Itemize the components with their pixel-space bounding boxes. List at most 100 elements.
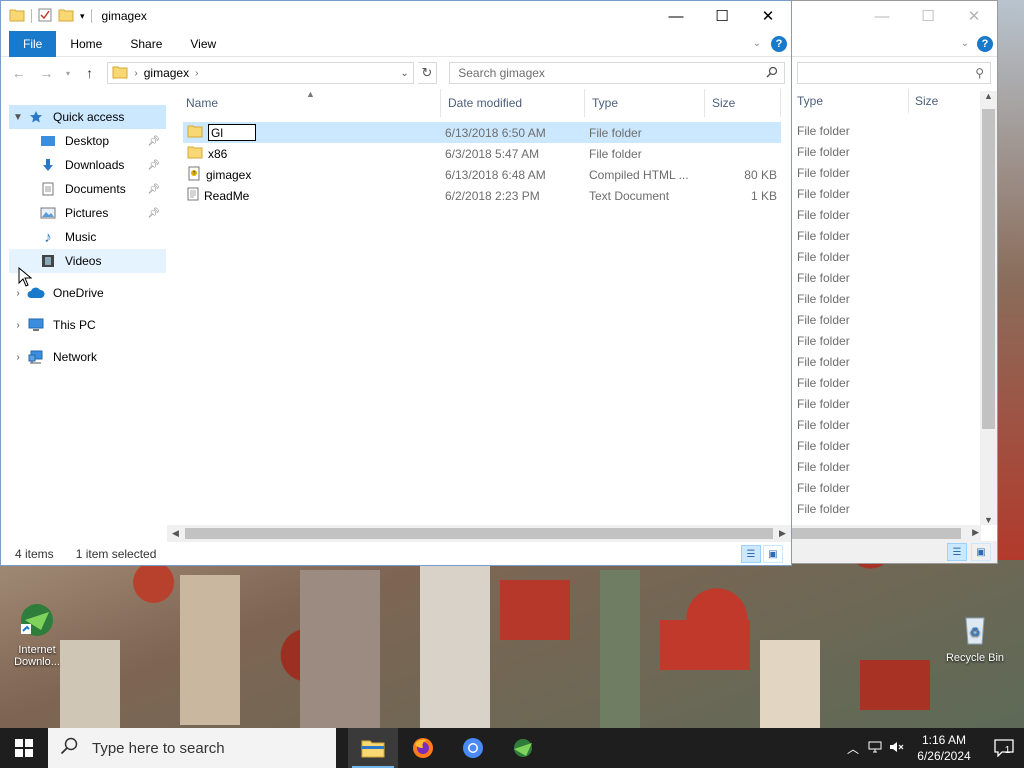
clock[interactable]: 1:16 AM 6/26/2024 [908, 732, 980, 764]
properties-icon[interactable] [38, 8, 52, 25]
scroll-right-icon[interactable]: ▶ [774, 525, 791, 542]
bg-search-box[interactable]: ⚲ [797, 62, 991, 84]
collapse-chevron-icon[interactable]: ▼ [9, 112, 27, 123]
sidebar-item-desktop[interactable]: Desktop 📌︎ [9, 129, 166, 153]
tab-view[interactable]: View [176, 31, 230, 57]
scroll-left-icon[interactable]: ◀ [167, 525, 184, 542]
bg-file-row[interactable]: File folder [791, 163, 981, 184]
bg-file-row[interactable]: File folder [791, 310, 981, 331]
bg-large-icons-view-icon[interactable]: ▣ [971, 543, 991, 561]
bg-file-row[interactable]: File folder [791, 247, 981, 268]
bg-help-icon[interactable]: ? [977, 35, 993, 52]
bg-col-type[interactable]: Type [791, 89, 909, 113]
bg-details-view-icon[interactable]: ☰ [947, 543, 967, 561]
expand-chevron-icon[interactable]: › [9, 352, 27, 363]
up-arrow-icon[interactable]: ↑ [78, 61, 102, 85]
sidebar-item-music[interactable]: ♪ Music [9, 225, 166, 249]
ribbon-expand-icon[interactable]: ⌄ [753, 38, 761, 49]
tab-file[interactable]: File [9, 30, 57, 57]
bg-file-row[interactable]: File folder [791, 268, 981, 289]
bg-file-row[interactable]: File folder [791, 331, 981, 352]
breadcrumb-chevron-icon[interactable]: › [195, 68, 198, 79]
forward-arrow-icon[interactable]: → [35, 61, 59, 85]
bg-file-row[interactable]: File folder [791, 436, 981, 457]
desktop-icon-internet-download-manager[interactable]: Internet Downlo... [2, 600, 72, 668]
bg-file-row[interactable]: File folder [791, 499, 981, 520]
breadcrumb-chevron-icon[interactable]: › [134, 68, 137, 79]
bg-horizontal-scrollbar[interactable]: ▶ [791, 525, 981, 542]
bg-scroll-up-icon[interactable]: ▲ [980, 91, 997, 101]
sidebar-item-videos[interactable]: Videos [9, 249, 166, 273]
bg-maximize-icon[interactable]: ☐ [905, 7, 951, 25]
horizontal-scrollbar[interactable]: ◀ ▶ [167, 525, 791, 542]
column-size[interactable]: Size [705, 89, 781, 117]
column-type[interactable]: Type [585, 89, 705, 117]
column-date-modified[interactable]: Date modified [441, 89, 585, 117]
bg-col-size[interactable]: Size [909, 89, 981, 113]
bg-file-row[interactable]: File folder [791, 142, 981, 163]
desktop-icon-recycle-bin[interactable]: ♻ Recycle Bin [940, 608, 1010, 664]
bg-scroll-thumb[interactable] [982, 109, 995, 429]
network-tray-icon[interactable] [864, 741, 886, 756]
bg-scroll-down-icon[interactable]: ▼ [980, 515, 997, 525]
recent-locations-icon[interactable]: ▾ [62, 61, 74, 85]
qat-dropdown-icon[interactable]: ▾ [80, 11, 85, 22]
start-button[interactable] [0, 728, 48, 768]
bg-file-row[interactable]: File folder [791, 226, 981, 247]
bg-file-row[interactable]: File folder [791, 457, 981, 478]
taskbar-search-box[interactable]: Type here to search [48, 728, 336, 768]
refresh-icon[interactable]: ↻ [417, 62, 438, 84]
file-row[interactable]: x86 6/3/2018 5:47 AM File folder [183, 143, 781, 164]
bg-file-row[interactable]: File folder [791, 205, 981, 226]
rename-input[interactable] [208, 124, 256, 141]
minimize-icon[interactable]: — [653, 1, 699, 31]
sidebar-item-onedrive[interactable]: › OneDrive [9, 281, 166, 305]
bg-vertical-scrollbar[interactable]: ▲ ▼ [980, 91, 997, 525]
bg-close-icon[interactable]: ✕ [951, 7, 997, 25]
show-hidden-icons-icon[interactable]: ︿ [842, 740, 864, 757]
bg-scroll-right-icon[interactable]: ▶ [972, 527, 979, 538]
sidebar-item-this-pc[interactable]: › This PC [9, 313, 166, 337]
maximize-icon[interactable]: ☐ [699, 1, 745, 31]
back-arrow-icon[interactable]: ← [7, 61, 31, 85]
explorer-window[interactable]: ▾ gimagex — ☐ ✕ File Home Share View ⌄ ?… [0, 0, 792, 566]
sidebar-item-downloads[interactable]: Downloads 📌︎ [9, 153, 166, 177]
action-center-button[interactable]: 1 [980, 728, 1024, 768]
bg-ribbon-expand-icon[interactable]: ⌄ [961, 38, 969, 49]
help-icon[interactable]: ? [771, 35, 787, 52]
breadcrumb-item[interactable]: gimagex [144, 66, 189, 80]
file-row[interactable]: ReadMe 6/2/2018 2:23 PM Text Document 1 … [183, 185, 781, 206]
file-row[interactable]: ? gimagex 6/13/2018 6:48 AM Compiled HTM… [183, 164, 781, 185]
bg-file-row[interactable]: File folder [791, 352, 981, 373]
bg-file-row[interactable]: File folder [791, 121, 981, 142]
bg-file-row[interactable]: File folder [791, 184, 981, 205]
large-icons-view-icon[interactable]: ▣ [763, 545, 783, 563]
details-view-icon[interactable]: ☰ [741, 545, 761, 563]
bg-file-row[interactable]: File folder [791, 289, 981, 310]
sidebar-item-network[interactable]: › Network [9, 345, 166, 369]
address-bar[interactable]: › gimagex › ⌄ [107, 62, 414, 84]
new-folder-icon[interactable] [58, 8, 74, 25]
tab-home[interactable]: Home [56, 31, 116, 57]
bg-file-row[interactable]: File folder [791, 415, 981, 436]
bg-hscroll-thumb[interactable] [791, 528, 961, 539]
tab-share[interactable]: Share [116, 31, 176, 57]
close-icon[interactable]: ✕ [745, 1, 791, 31]
taskbar-file-explorer[interactable] [348, 728, 398, 768]
sidebar-item-documents[interactable]: Documents 📌︎ [9, 177, 166, 201]
volume-muted-icon[interactable] [886, 741, 908, 756]
background-explorer-window[interactable]: — ☐ ✕ ⌄ ? ⚲ Type Size File folder File fo… [790, 0, 998, 564]
file-row[interactable]: 6/13/2018 6:50 AM File folder [183, 122, 781, 143]
bg-minimize-icon[interactable]: — [859, 8, 905, 25]
hscroll-thumb[interactable] [185, 528, 773, 539]
sidebar-item-quick-access[interactable]: ▼ Quick access [9, 105, 166, 129]
taskbar-chrome[interactable] [448, 728, 498, 768]
taskbar-internet-download-manager[interactable] [498, 728, 548, 768]
bg-file-row[interactable]: File folder [791, 394, 981, 415]
taskbar-firefox[interactable] [398, 728, 448, 768]
bg-file-row[interactable]: File folder [791, 373, 981, 394]
expand-chevron-icon[interactable]: › [9, 320, 27, 331]
address-dropdown-icon[interactable]: ⌄ [397, 68, 413, 79]
search-box[interactable]: Search gimagex [449, 62, 786, 84]
bg-file-row[interactable]: File folder [791, 478, 981, 499]
